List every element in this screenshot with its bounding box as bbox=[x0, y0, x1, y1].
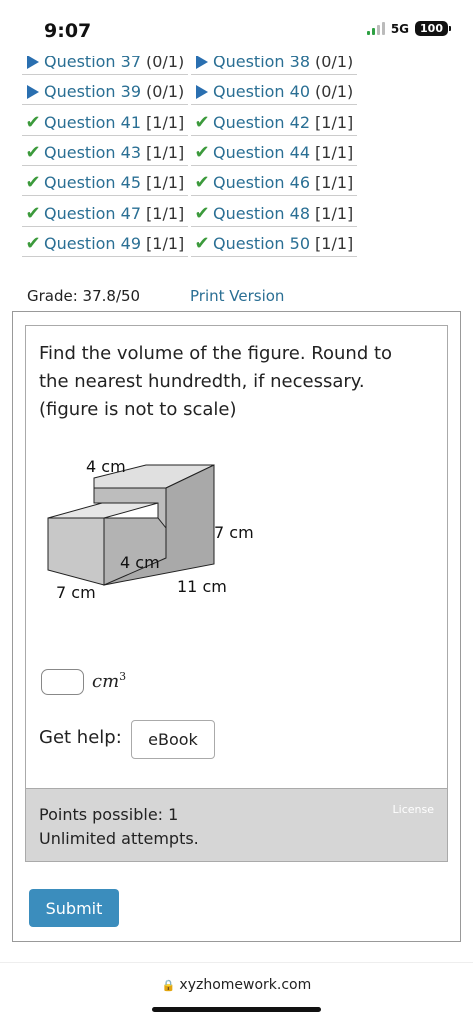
question-link[interactable]: Question 47 bbox=[44, 204, 141, 223]
question-item[interactable]: Question 40 (0/1) bbox=[191, 79, 357, 106]
question-score: (0/1) bbox=[146, 82, 185, 102]
print-version-link[interactable]: Print Version bbox=[190, 287, 284, 305]
stepped-prism-figure: 4 cm 7 cm 4 cm 7 cm 11 cm bbox=[47, 457, 254, 602]
battery-icon: 100 bbox=[415, 21, 448, 36]
attempts-label: Unlimited attempts. bbox=[39, 829, 199, 848]
check-icon: ✔ bbox=[194, 111, 210, 133]
question-prompt: Find the volume of the figure. Round to … bbox=[39, 343, 393, 420]
question-score: [1/1] bbox=[146, 143, 185, 163]
question-link[interactable]: Question 45 bbox=[44, 173, 141, 192]
check-icon: ✔ bbox=[194, 142, 210, 164]
url-display[interactable]: 🔒 xyzhomework.com bbox=[0, 977, 473, 993]
question-item[interactable]: ✔ Question 44 [1/1] bbox=[191, 140, 357, 167]
points-panel: Points possible: 1 Unlimited attempts. L… bbox=[25, 788, 448, 862]
url-bar[interactable]: 🔒 xyzhomework.com bbox=[0, 962, 473, 1024]
question-row: ✔ Question 49 [1/1] ✔ Question 50 [1/1] bbox=[22, 229, 357, 259]
ebook-button[interactable]: eBook bbox=[131, 720, 215, 759]
check-icon: ✔ bbox=[194, 172, 210, 194]
check-icon: ✔ bbox=[194, 232, 210, 254]
home-indicator[interactable] bbox=[152, 1007, 321, 1012]
lock-icon: 🔒 bbox=[161, 979, 176, 992]
question-link[interactable]: Question 42 bbox=[213, 113, 310, 132]
question-link[interactable]: Question 43 bbox=[44, 143, 141, 162]
question-item[interactable]: ✔ Question 43 [1/1] bbox=[22, 140, 188, 167]
question-item[interactable]: ✔ Question 41 [1/1] bbox=[22, 110, 188, 136]
question-link[interactable]: Question 40 bbox=[213, 82, 310, 101]
network-label: 5G bbox=[390, 21, 410, 36]
answer-unit: cm3 bbox=[92, 670, 126, 692]
play-triangle-icon bbox=[191, 54, 213, 69]
question-score: (0/1) bbox=[315, 82, 354, 102]
play-triangle-icon bbox=[22, 54, 44, 69]
question-score: [1/1] bbox=[315, 143, 354, 163]
status-right: 5G 100 bbox=[366, 21, 451, 36]
question-row: ✔ Question 47 [1/1] ✔ Question 48 [1/1] bbox=[22, 198, 357, 228]
question-link[interactable]: Question 48 bbox=[213, 204, 310, 223]
points-possible: Points possible: 1 bbox=[39, 805, 179, 824]
label-bottom: 11 cm bbox=[177, 577, 227, 596]
check-icon: ✔ bbox=[25, 232, 41, 254]
question-link[interactable]: Question 44 bbox=[213, 143, 310, 162]
play-triangle-icon bbox=[22, 84, 44, 99]
question-link[interactable]: Question 50 bbox=[213, 234, 310, 253]
license-link[interactable]: License bbox=[393, 803, 434, 816]
check-icon: ✔ bbox=[25, 142, 41, 164]
lower-top-face bbox=[47, 502, 159, 519]
question-score: [1/1] bbox=[146, 112, 185, 132]
grade-label: Grade: 37.8/50 bbox=[27, 287, 141, 305]
question-score: [1/1] bbox=[315, 203, 354, 223]
question-item[interactable]: ✔ Question 45 [1/1] bbox=[22, 170, 188, 197]
question-list: Question 37 (0/1) Question 38 (0/1) Question… bbox=[22, 47, 357, 259]
question-item[interactable]: Question 39 (0/1) bbox=[22, 79, 188, 106]
question-item[interactable]: ✔ Question 46 [1/1] bbox=[191, 170, 357, 197]
question-item[interactable]: ✔ Question 47 [1/1] bbox=[22, 201, 188, 227]
check-icon: ✔ bbox=[194, 202, 210, 224]
signal-icon bbox=[366, 22, 385, 35]
url-text: xyzhomework.com bbox=[179, 977, 312, 993]
status-time: 9:07 bbox=[44, 20, 92, 42]
unit-exponent: 3 bbox=[119, 670, 127, 683]
question-item[interactable]: ✔ Question 42 [1/1] bbox=[191, 110, 357, 136]
check-icon: ✔ bbox=[25, 111, 41, 133]
question-score: [1/1] bbox=[315, 233, 354, 253]
submit-button[interactable]: Submit bbox=[29, 889, 119, 927]
label-middle: 4 cm bbox=[120, 553, 160, 572]
get-help-label: Get help: bbox=[39, 727, 122, 748]
question-row: ✔ Question 41 [1/1] ✔ Question 42 [1/1] bbox=[22, 108, 357, 138]
question-item[interactable]: ✔ Question 50 [1/1] bbox=[191, 231, 357, 257]
answer-input[interactable] bbox=[41, 669, 84, 695]
question-item[interactable]: ✔ Question 49 [1/1] bbox=[22, 231, 188, 257]
question-link[interactable]: Question 41 bbox=[44, 113, 141, 132]
check-icon: ✔ bbox=[25, 172, 41, 194]
question-link[interactable]: Question 39 bbox=[44, 82, 141, 101]
question-score: [1/1] bbox=[315, 173, 354, 193]
question-score: [1/1] bbox=[146, 173, 185, 193]
question-item[interactable]: ✔ Question 48 [1/1] bbox=[191, 201, 357, 227]
check-icon: ✔ bbox=[25, 202, 41, 224]
question-row: Question 39 (0/1) Question 40 (0/1) bbox=[22, 77, 357, 107]
question-score: [1/1] bbox=[146, 233, 185, 253]
label-right: 7 cm bbox=[214, 523, 254, 542]
question-link[interactable]: Question 46 bbox=[213, 173, 310, 192]
front-face bbox=[47, 517, 105, 586]
play-triangle-icon bbox=[191, 84, 213, 99]
question-row: ✔ Question 43 [1/1] ✔ Question 44 [1/1] bbox=[22, 138, 357, 168]
label-left-bottom: 7 cm bbox=[56, 583, 96, 602]
question-link[interactable]: Question 49 bbox=[44, 234, 141, 253]
unit-text: cm bbox=[92, 671, 120, 692]
question-row: ✔ Question 45 [1/1] ✔ Question 46 [1/1] bbox=[22, 168, 357, 198]
battery-cap bbox=[449, 26, 451, 31]
question-score: [1/1] bbox=[315, 112, 354, 132]
question-score: [1/1] bbox=[146, 203, 185, 223]
label-top: 4 cm bbox=[86, 457, 126, 476]
status-bar: 9:07 5G 100 bbox=[0, 0, 473, 56]
